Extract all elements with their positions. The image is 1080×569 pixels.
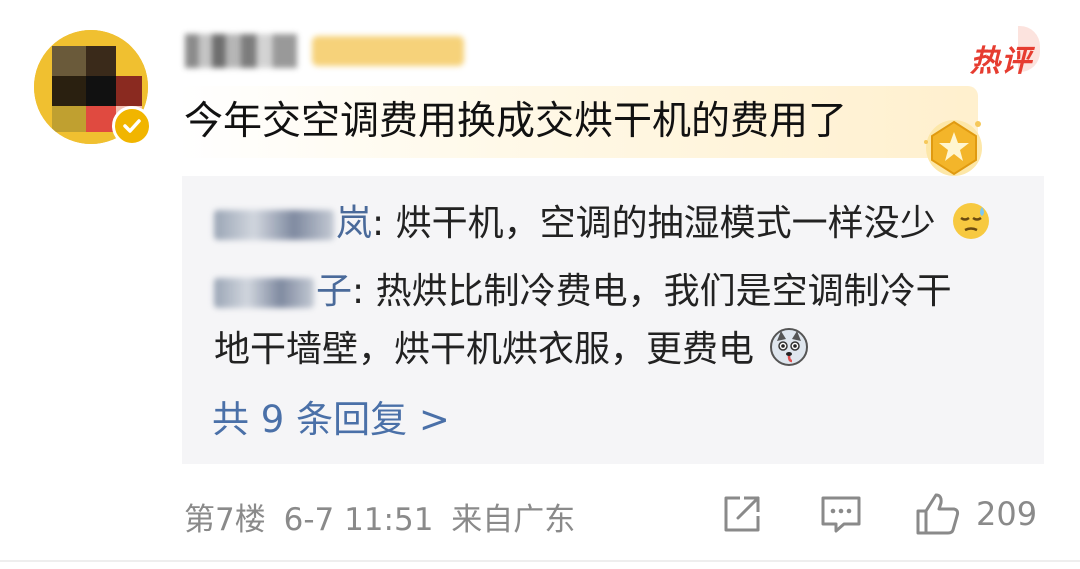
reply-2[interactable]: 子: 热烘比制冷费电，我们是空调制冷干 (214, 266, 952, 318)
reply-1[interactable]: 岚: 烘干机，空调的抽湿模式一样没少 (214, 198, 991, 250)
reply-box[interactable]: 岚: 烘干机，空调的抽湿模式一样没少 子: 热烘比制冷费电，我们是空调制冷干 地… (182, 176, 1044, 464)
hot-comment-tag: 热评 (970, 44, 1032, 79)
thumbs-up-icon (916, 493, 960, 535)
reply-2-author[interactable]: 子 (316, 271, 352, 312)
comment-text: 今年交空调费用换成交烘干机的费用了 (184, 99, 848, 144)
share-button[interactable] (720, 492, 764, 536)
reply-2-text-line2: 地干墙壁，烘干机烘衣服，更费电 (214, 329, 755, 370)
verified-badge-icon (112, 106, 152, 146)
floor-number: 第7楼 (184, 502, 266, 538)
username-redacted[interactable] (185, 34, 297, 68)
divider (0, 560, 1080, 562)
reply-2-author-redacted[interactable] (214, 278, 314, 308)
like-button[interactable]: 209 (914, 492, 1037, 536)
like-count: 209 (976, 495, 1038, 533)
comment-meta: 第7楼 6-7 11:51 来自广东 (184, 494, 575, 539)
reply-2-cont[interactable]: 地干墙壁，烘干机烘衣服，更费电 (214, 324, 809, 376)
sleepy-sweat-emoji-icon (951, 201, 991, 241)
husky-dog-emoji-icon (769, 327, 809, 367)
reply-1-text: : 烘干机，空调的抽湿模式一样没少 (372, 203, 936, 244)
reply-1-author-redacted[interactable] (214, 210, 334, 240)
comment-icon (821, 496, 861, 533)
reply-2-text-line1: : 热烘比制冷费电，我们是空调制冷干 (352, 271, 952, 312)
medal-star-icon (918, 112, 990, 184)
more-replies-link[interactable]: 共 9 条回复 > (212, 394, 450, 446)
comment-source: 来自广东 (451, 502, 576, 538)
comment-button[interactable] (818, 492, 864, 536)
reply-1-author[interactable]: 岚 (336, 203, 372, 244)
comment-date: 6-7 11:51 (283, 502, 434, 538)
user-tag-redacted (312, 36, 464, 66)
share-icon (724, 496, 760, 532)
